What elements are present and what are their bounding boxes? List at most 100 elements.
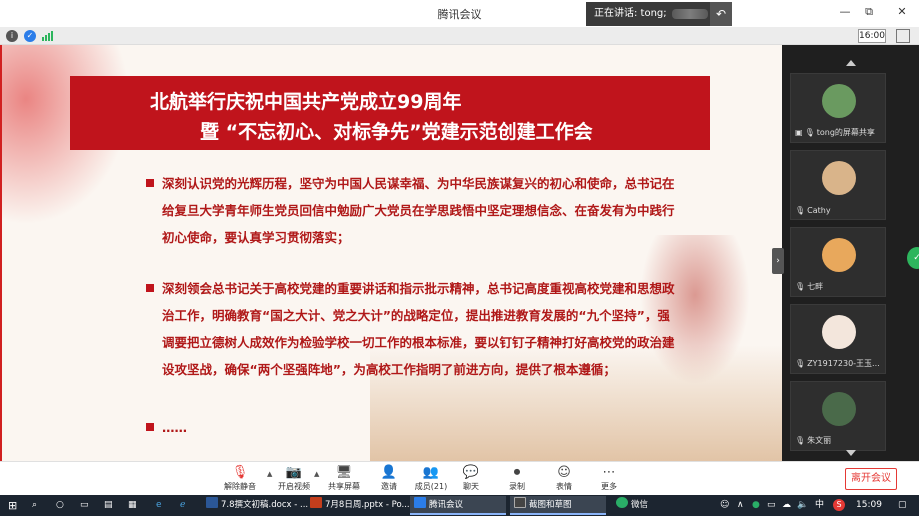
shared-screen-slide: 北航举行庆祝中国共产党成立99周年 暨 “不忘初心、对标争先”党建示范创建工作会… — [0, 45, 782, 461]
speaker-audio-wave — [672, 9, 708, 19]
windows-taskbar: ⊞ ⌕ ○ ▭ ▤ ▦ e ℯ 7.8撰文初稿.docx - ... 7月8日周… — [0, 495, 919, 516]
meeting-timer: 16:00 — [858, 29, 886, 43]
title-bar: 腾讯会议 正在讲话: tong; ↶ — ⧉ ✕ — [0, 0, 919, 27]
slide-paragraph-3: …… — [162, 420, 187, 435]
tencent-meeting-icon — [414, 497, 426, 508]
participant-tile[interactable]: 🎙 朱文丽 — [790, 381, 886, 451]
participant-tile[interactable]: ▣ 🎙 tong的屏幕共享 — [790, 73, 886, 143]
bullet-marker — [146, 423, 154, 431]
participant-name: Cathy — [807, 206, 831, 215]
ime-indicator[interactable]: 中 — [815, 498, 824, 513]
taskbar-app-tencent-meeting[interactable]: 腾讯会议 — [410, 496, 506, 515]
more-button[interactable]: ⋯ 更多 — [586, 464, 632, 492]
share-screen-icon: 🖥 — [335, 465, 353, 480]
wechat-tray-icon[interactable]: ● — [752, 498, 760, 513]
network-icon[interactable]: ▭ — [767, 498, 776, 513]
mic-muted-icon: 🎙 — [231, 465, 249, 480]
snip-sketch-icon — [514, 497, 526, 508]
mic-muted-icon: 🎙 — [795, 282, 806, 291]
leave-meeting-button[interactable]: 离开会议 — [845, 468, 897, 490]
slide-paragraph-1: 深刻认识党的光辉历程，坚守为中国人民谋幸福、为中华民族谋复兴的初心和使命，总书记… — [162, 176, 675, 245]
participant-name: tong的屏幕共享 — [816, 128, 875, 137]
share-screen-button[interactable]: 🖥 共享屏幕 — [321, 464, 367, 492]
antivirus-icon[interactable]: S — [833, 499, 845, 511]
scroll-up-icon[interactable] — [846, 60, 856, 66]
volume-icon[interactable]: 🔈 — [797, 498, 808, 513]
taskbar-app-snip-sketch[interactable]: 截图和草图 — [510, 496, 606, 515]
taskbar-app-label: 截图和草图 — [529, 500, 572, 510]
unmute-button[interactable]: 🎙 解除静音 — [217, 464, 263, 492]
start-video-button[interactable]: 📷 开启视频 — [271, 464, 317, 492]
speaking-label: 正在讲话: tong; — [594, 8, 667, 19]
start-icon[interactable]: ⊞ — [8, 498, 17, 513]
mic-muted-icon: 🎙 — [795, 359, 806, 368]
file-explorer-icon[interactable]: ▤ — [104, 498, 113, 513]
signal-icon[interactable] — [42, 31, 54, 41]
taskbar-app-label: 7.8撰文初稿.docx - ... — [221, 500, 309, 510]
taskbar-app-label: 微信 — [631, 500, 649, 510]
camera-off-icon: 📷 — [285, 465, 303, 480]
participant-tile[interactable]: 🎙 七畔 — [790, 227, 886, 297]
task-view-icon[interactable]: ▭ — [80, 498, 89, 513]
notification-icon[interactable]: ▢ — [898, 498, 907, 513]
participant-tile[interactable]: 🎙 Cathy — [790, 150, 886, 220]
avatar — [822, 315, 856, 349]
cortana-icon[interactable]: ○ — [56, 498, 64, 513]
avatar — [822, 238, 856, 272]
info-icon[interactable]: i — [6, 30, 18, 42]
participant-name: ZY1917230-王玉... — [807, 359, 880, 368]
person-icon[interactable]: ☺ — [720, 498, 729, 513]
taskbar-app-label: 7月8日周.pptx - Po... — [325, 500, 410, 510]
store-icon[interactable]: ▦ — [128, 498, 137, 513]
emoji-icon: ☺ — [557, 465, 571, 480]
more-label: 更多 — [601, 482, 617, 491]
record-button[interactable]: ⏺ 录制 — [494, 464, 540, 492]
participant-name: 七畔 — [807, 282, 824, 291]
taskbar-app-wechat[interactable]: 微信 — [612, 496, 702, 515]
edge-icon[interactable]: e — [156, 498, 162, 513]
slide-title-line2: 暨 “不忘初心、对标争先”党建示范创建工作会 — [200, 121, 593, 143]
unmute-label: 解除静音 — [224, 482, 256, 491]
tray-overflow-icon[interactable]: ∧ — [737, 498, 744, 513]
fullscreen-icon[interactable] — [896, 29, 910, 43]
restore-button[interactable]: ⧉ — [861, 5, 877, 19]
more-icon: ⋯ — [602, 465, 616, 480]
taskbar-app-word[interactable]: 7.8撰文初稿.docx - ... — [202, 496, 308, 515]
meeting-info-bar: i ✓ 16:00 — [0, 27, 919, 45]
powerpoint-icon — [310, 497, 322, 508]
slide-title-banner: 北航举行庆祝中国共产党成立99周年 暨 “不忘初心、对标争先”党建示范创建工作会 — [70, 76, 710, 150]
shield-icon[interactable]: ✓ — [24, 30, 36, 42]
taskbar-app-powerpoint[interactable]: 7月8日周.pptx - Po... — [306, 496, 410, 515]
video-options-caret[interactable]: ▲ — [314, 470, 319, 478]
system-clock[interactable]: 15:09 — [856, 498, 882, 513]
avatar — [822, 161, 856, 195]
chat-button[interactable]: 💬 聊天 — [448, 464, 494, 492]
word-icon — [206, 497, 218, 508]
record-icon: ⏺ — [513, 465, 521, 480]
participant-tile[interactable]: 🎙 ZY1917230-王玉... — [790, 304, 886, 374]
start-video-label: 开启视频 — [278, 482, 310, 491]
slide-edge-line — [0, 45, 2, 461]
search-icon[interactable]: ⌕ — [32, 498, 37, 513]
ie-icon[interactable]: ℯ — [180, 498, 185, 513]
invite-label: 邀请 — [381, 482, 397, 491]
mic-icon: 🎙 — [804, 128, 815, 137]
cloud-icon[interactable]: ☁ — [782, 498, 791, 513]
speaking-indicator: 正在讲话: tong; ↶ — [586, 2, 732, 26]
scroll-down-icon[interactable] — [846, 450, 856, 456]
reactions-button[interactable]: ☺ 表情 — [541, 464, 587, 492]
avatar — [822, 392, 856, 426]
invite-button[interactable]: 👤 邀请 — [366, 464, 412, 492]
bullet-marker — [146, 284, 154, 292]
meeting-toolbar: 🎙 解除静音 ▲ 📷 开启视频 ▲ 🖥 共享屏幕 👤 邀请 👥 成员(21) 💬… — [0, 461, 919, 495]
reactions-label: 表情 — [556, 482, 572, 491]
return-icon[interactable]: ↶ — [710, 2, 732, 26]
record-label: 录制 — [509, 482, 525, 491]
mic-muted-icon: 🎙 — [795, 436, 806, 445]
share-screen-label: 共享屏幕 — [328, 482, 360, 491]
close-button[interactable]: ✕ — [894, 5, 910, 18]
participant-name: 朱文丽 — [807, 436, 832, 445]
wechat-icon — [616, 497, 628, 508]
collapse-panel-handle[interactable]: › — [772, 248, 784, 274]
minimize-button[interactable]: — — [837, 5, 853, 18]
